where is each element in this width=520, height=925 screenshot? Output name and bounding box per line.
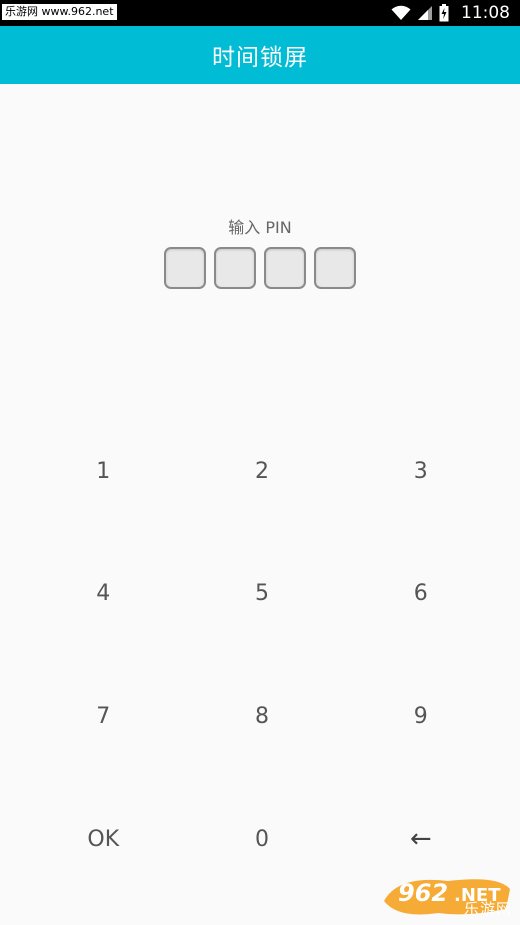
key-2[interactable]: 2	[199, 410, 326, 533]
svg-text:962: 962	[398, 879, 448, 907]
status-clock: 11:08	[461, 3, 510, 23]
pin-digit-box	[164, 247, 206, 289]
pin-entry	[164, 247, 356, 289]
wifi-icon	[391, 5, 411, 21]
watermark-subtitle: 乐游网	[463, 900, 512, 918]
keypad: 1 2 3 4 5 6 7 8 9 OK 0 ←	[8, 410, 516, 900]
pin-digit-box	[264, 247, 306, 289]
key-7[interactable]: 7	[40, 655, 167, 778]
pin-label: 输入 PIN	[228, 218, 292, 237]
key-3[interactable]: 3	[357, 410, 484, 533]
lock-screen: 乐游网 www.962.net 11:08 时间锁屏 输入 PIN 1 2 3 …	[0, 0, 520, 925]
key-4[interactable]: 4	[40, 533, 167, 656]
ok-button[interactable]: OK	[40, 778, 167, 901]
key-9[interactable]: 9	[357, 655, 484, 778]
app-bar: 时间锁屏	[0, 26, 520, 84]
pin-digit-box	[214, 247, 256, 289]
key-8[interactable]: 8	[199, 655, 326, 778]
status-icons: 11:08	[391, 0, 510, 26]
pin-digit-box	[314, 247, 356, 289]
signal-icon	[417, 5, 433, 21]
key-0[interactable]: 0	[199, 778, 326, 901]
watermark-tag: 乐游网 www.962.net	[2, 4, 117, 20]
page-title: 时间锁屏	[212, 45, 308, 71]
battery-charging-icon	[439, 4, 449, 22]
status-bar: 乐游网 www.962.net 11:08	[0, 0, 520, 26]
key-6[interactable]: 6	[357, 533, 484, 656]
key-5[interactable]: 5	[199, 533, 326, 656]
key-1[interactable]: 1	[40, 410, 167, 533]
